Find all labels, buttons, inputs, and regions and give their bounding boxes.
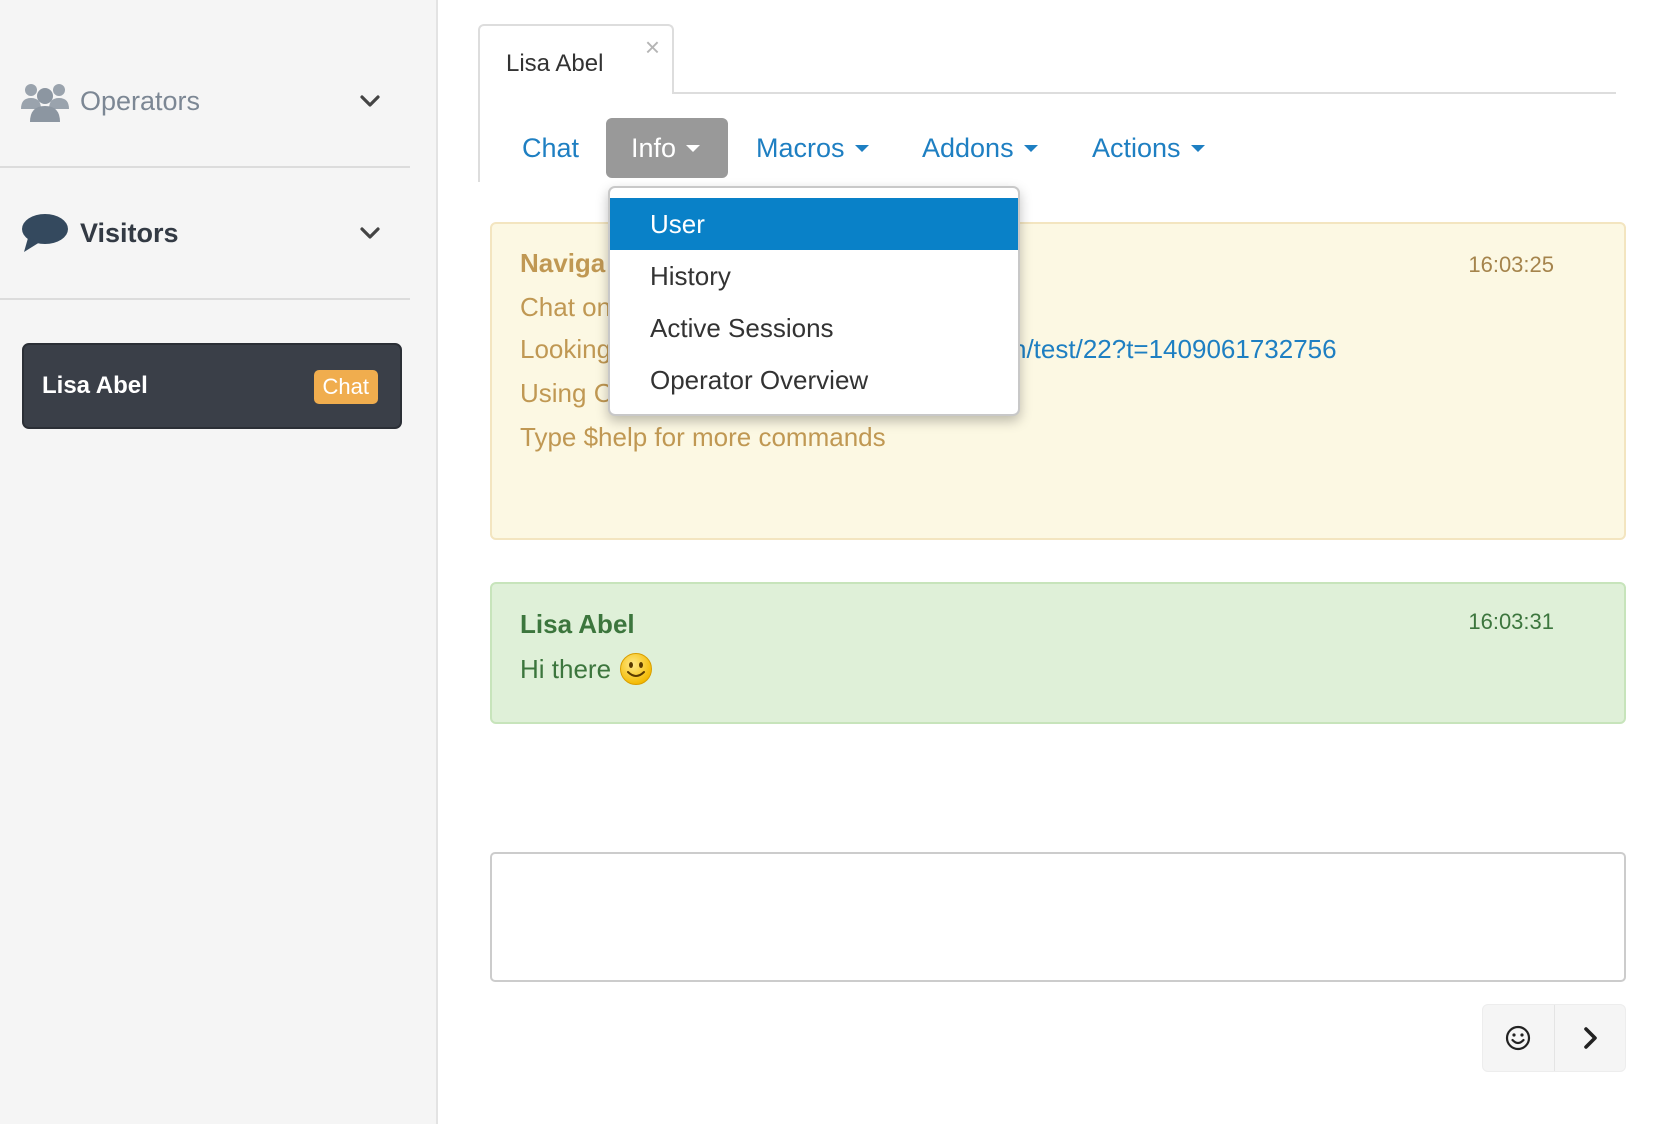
chevron-down-icon[interactable] bbox=[358, 89, 382, 113]
caret-down-icon bbox=[1023, 144, 1038, 152]
sidebar-section-operators[interactable]: Operators bbox=[0, 36, 410, 168]
tab-label: Lisa Abel bbox=[506, 50, 604, 77]
info-dropdown-menu: User History Active Sessions Operator Ov… bbox=[608, 186, 1020, 416]
caret-down-icon bbox=[686, 144, 701, 152]
sidebar-section-visitors[interactable]: Visitors bbox=[0, 168, 410, 300]
nav-chat[interactable]: Chat bbox=[522, 118, 579, 178]
system-line-looking: Looking bbox=[520, 334, 612, 364]
nav-info[interactable]: Info bbox=[606, 118, 728, 178]
status-badge: Chat bbox=[313, 370, 378, 404]
menu-item-operator-overview[interactable]: Operator Overview bbox=[610, 354, 1018, 406]
sidebar-label-operators: Operators bbox=[80, 85, 201, 116]
smiley-face-icon bbox=[1506, 1025, 1531, 1051]
close-icon[interactable]: × bbox=[645, 34, 660, 60]
chevron-down-icon[interactable] bbox=[358, 221, 382, 245]
page-link[interactable]: n/test/22?t=1409061732756 bbox=[1012, 334, 1337, 365]
composer-button-group bbox=[1482, 1004, 1626, 1072]
system-line-chat-on: Chat on bbox=[520, 292, 612, 322]
menu-item-history[interactable]: History bbox=[610, 250, 1018, 302]
menu-item-active-sessions[interactable]: Active Sessions bbox=[610, 302, 1018, 354]
sidebar: Operators Visitors Lisa Abel Chat bbox=[0, 0, 438, 1124]
message-input[interactable] bbox=[490, 852, 1626, 982]
message-text: Hi there bbox=[520, 653, 612, 684]
system-line-help: Type $help for more commands bbox=[520, 422, 886, 452]
tab-divider bbox=[672, 92, 1616, 94]
nav-addons[interactable]: Addons bbox=[922, 118, 1038, 178]
nav-macros[interactable]: Macros bbox=[756, 118, 869, 178]
emoji-button[interactable] bbox=[1483, 1005, 1554, 1071]
menu-item-user[interactable]: User bbox=[610, 198, 1018, 250]
sidebar-label-visitors: Visitors bbox=[80, 217, 179, 248]
nav-addons-label: Addons bbox=[922, 133, 1014, 163]
send-button[interactable] bbox=[1553, 1005, 1626, 1071]
system-message-title: Naviga bbox=[520, 248, 606, 278]
visitor-message: Lisa Abel 16:03:31 Hi there bbox=[490, 582, 1626, 724]
users-icon bbox=[21, 84, 69, 122]
visitor-name: Lisa Abel bbox=[42, 372, 148, 399]
tab-divider-left bbox=[478, 92, 480, 182]
system-line-using: Using C bbox=[520, 378, 613, 408]
tab-lisa-abel[interactable]: Lisa Abel × bbox=[478, 24, 674, 94]
nav-actions[interactable]: Actions bbox=[1092, 118, 1205, 178]
visitor-card[interactable]: Lisa Abel Chat bbox=[22, 343, 402, 429]
message-timestamp: 16:03:31 bbox=[1468, 609, 1554, 634]
caret-down-icon bbox=[854, 144, 869, 152]
nav-chat-label: Chat bbox=[522, 133, 580, 163]
message-author: Lisa Abel bbox=[520, 609, 635, 639]
message-timestamp: 16:03:25 bbox=[1468, 252, 1554, 277]
chevron-right-icon bbox=[1583, 1027, 1597, 1049]
nav-macros-label: Macros bbox=[756, 133, 845, 163]
caret-down-icon bbox=[1190, 144, 1205, 152]
chat-bubble-icon bbox=[22, 214, 68, 252]
nav-info-label: Info bbox=[631, 133, 677, 163]
nav-actions-label: Actions bbox=[1092, 133, 1181, 163]
smiley-icon bbox=[620, 653, 653, 685]
message-body: Hi there bbox=[520, 652, 653, 686]
